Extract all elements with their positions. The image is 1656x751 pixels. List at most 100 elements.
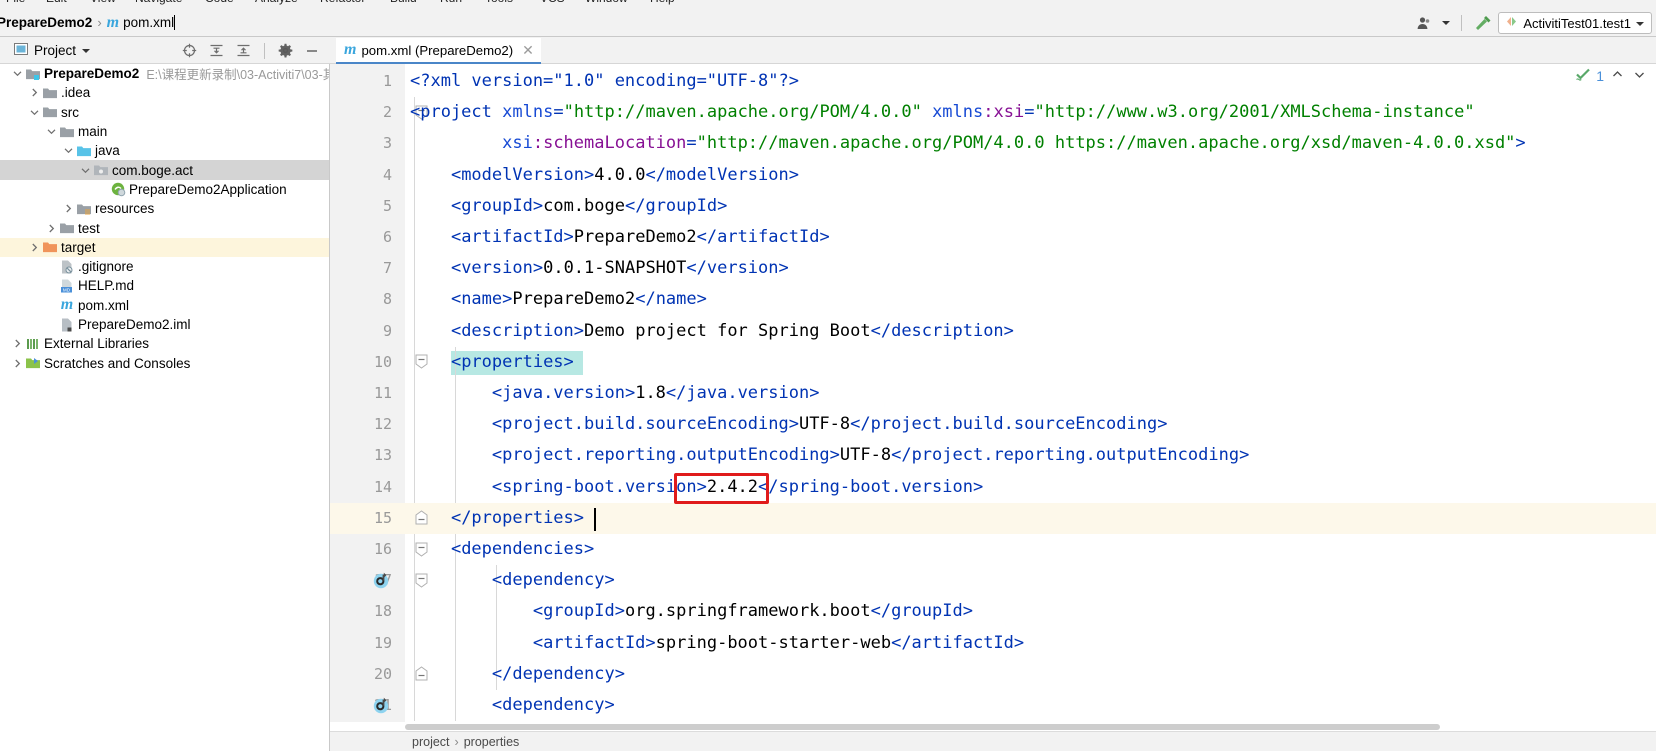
chevron-right-icon[interactable] <box>10 359 24 368</box>
menu-item-help[interactable]: Help <box>650 0 675 5</box>
code-editor[interactable]: 1 <?xml version="1.0" encoding="UTF-8"?> 2… <box>330 64 1656 751</box>
breadcrumb-file[interactable]: m pom.xml <box>104 12 178 34</box>
chevron-right-icon[interactable] <box>61 204 75 213</box>
code-line[interactable]: 4 <modelVersion>4.0.0</modelVersion> <box>330 160 1656 191</box>
tree-item-main[interactable]: main <box>0 122 329 141</box>
run-configuration-selector[interactable]: ActivitiTest01.test1 <box>1498 12 1652 34</box>
breadcrumb-item-project[interactable]: project <box>412 735 450 749</box>
chevron-down-icon[interactable] <box>82 43 91 58</box>
code-content[interactable]: 1 <?xml version="1.0" encoding="UTF-8"?> 2… <box>330 64 1656 751</box>
settings-gear-icon[interactable] <box>273 39 298 63</box>
breadcrumb-item-properties[interactable]: properties <box>464 735 520 749</box>
chevron-down-icon[interactable] <box>1631 68 1648 83</box>
chevron-down-icon[interactable] <box>44 127 58 136</box>
tree-item-help-md[interactable]: MD HELP.md <box>0 276 329 295</box>
breadcrumb-project[interactable]: PrepareDemo2 <box>0 12 95 34</box>
code-line[interactable]: 13 <project.reporting.outputEncoding>UTF… <box>330 440 1656 471</box>
tree-item-label: java <box>95 143 120 159</box>
spring-class-icon <box>109 181 127 197</box>
tree-item-gitignore[interactable]: .gitignore <box>0 257 329 276</box>
tree-item-preparedemo2[interactable]: PrepareDemo2 E:\课程更新录制\03-Activiti7\03-其他 <box>0 64 329 83</box>
chevron-down-icon[interactable] <box>78 166 92 175</box>
project-toolwindow-title[interactable]: Project <box>0 42 91 59</box>
chevron-right-icon[interactable] <box>27 88 41 97</box>
tree-item-test[interactable]: test <box>0 218 329 237</box>
tree-item-preparedemo2application[interactable]: PrepareDemo2Application <box>0 180 329 199</box>
menu-item-file[interactable]: File <box>6 0 25 5</box>
hide-panel-icon[interactable] <box>300 39 324 63</box>
tree-item-idea[interactable]: .idea <box>0 83 329 102</box>
inspection-widget[interactable]: 1 <box>1575 66 1648 85</box>
menu-bar[interactable]: File Edit View Navigate Code Analyze Ref… <box>0 0 1656 9</box>
code-line[interactable]: 5 <groupId>com.boge</groupId> <box>330 191 1656 222</box>
user-avatar-icon[interactable] <box>1411 11 1437 35</box>
menu-item-code[interactable]: Code <box>205 0 234 5</box>
scrollbar-thumb[interactable] <box>405 724 1440 730</box>
code-line[interactable]: 17 <dependency> <box>330 565 1656 596</box>
code-line[interactable]: 3 xsi:schemaLocation="http://maven.apach… <box>330 128 1656 159</box>
collapse-all-icon[interactable] <box>231 39 256 63</box>
code-line[interactable]: 8 <name>PrepareDemo2</name> <box>330 284 1656 315</box>
menu-item-window[interactable]: Window <box>585 0 628 5</box>
menu-item-vcs[interactable]: VCS <box>540 0 565 5</box>
chevron-right-icon[interactable] <box>27 243 41 252</box>
maven-reimport-icon[interactable] <box>372 696 390 714</box>
locate-target-icon[interactable] <box>177 39 202 63</box>
tree-item-scratches-and-consoles[interactable]: Scratches and Consoles <box>0 353 329 372</box>
menu-item-analyze[interactable]: Analyze <box>255 0 298 5</box>
toolbar-divider <box>1461 15 1463 31</box>
editor-horizontal-scrollbar[interactable] <box>330 722 1656 731</box>
chevron-down-icon[interactable] <box>10 69 24 78</box>
tree-item-preparedemo2-iml[interactable]: PrepareDemo2.iml <box>0 315 329 334</box>
code-line[interactable]: 16 <dependencies> <box>330 534 1656 565</box>
code-line[interactable]: 18 <groupId>org.springframework.boot</gr… <box>330 596 1656 627</box>
code-line[interactable]: 10 <properties> <box>330 347 1656 378</box>
navbar-right-toolbar: ActivitiTest01.test1 <box>1411 9 1652 37</box>
code-line[interactable]: 2 <project xmlns="http://maven.apache.org… <box>330 97 1656 128</box>
chevron-right-icon[interactable] <box>44 224 58 233</box>
menu-item-navigate[interactable]: Navigate <box>135 0 182 5</box>
code-line[interactable]: 1 <?xml version="1.0" encoding="UTF-8"?> <box>330 66 1656 97</box>
tree-item-resources[interactable]: resources <box>0 199 329 218</box>
markdown-file-icon: MD <box>58 278 76 294</box>
chevron-down-icon[interactable] <box>1437 11 1455 35</box>
maven-reimport-icon[interactable] <box>372 571 390 589</box>
close-x-icon[interactable]: ✕ <box>518 42 534 59</box>
tree-item-com-boge-act[interactable]: com.boge.act <box>0 160 329 180</box>
code-line[interactable]: 21 <dependency> <box>330 690 1656 721</box>
code-line-text: <project.build.sourceEncoding>UTF-8</pro… <box>491 414 1168 435</box>
menu-item-view[interactable]: View <box>90 0 116 5</box>
tree-item-target[interactable]: target <box>0 237 329 257</box>
code-line[interactable]: 12 <project.build.sourceEncoding>UTF-8</… <box>330 409 1656 440</box>
tree-item-pom-xml[interactable]: m pom.xml <box>0 296 329 315</box>
chevron-down-icon[interactable] <box>1636 16 1644 31</box>
expand-all-icon[interactable] <box>204 39 229 63</box>
menu-item-build[interactable]: Build <box>390 0 417 5</box>
tree-item-external-libraries[interactable]: External Libraries <box>0 334 329 353</box>
code-line[interactable]: 6 <artifactId>PrepareDemo2</artifactId> <box>330 222 1656 253</box>
chevron-right-icon[interactable] <box>10 339 24 348</box>
code-line-text: <artifactId>PrepareDemo2</artifactId> <box>450 227 830 247</box>
tree-item-path: E:\课程更新录制\03-Activiti7\03-其他 <box>146 68 330 83</box>
code-line[interactable]: 9 <description>Demo project for Spring B… <box>330 316 1656 347</box>
chevron-down-icon[interactable] <box>27 108 41 117</box>
code-line[interactable]: 20 </dependency> <box>330 659 1656 690</box>
tree-item-java[interactable]: java <box>0 141 329 160</box>
code-line[interactable]: 15 </properties> <box>330 502 1656 534</box>
code-line[interactable]: 19 <artifactId>spring-boot-starter-web</… <box>330 628 1656 659</box>
menu-item-refactor[interactable]: Refactor <box>320 0 365 5</box>
menu-item-run[interactable]: Run <box>440 0 462 5</box>
gitignore-file-icon <box>58 259 76 275</box>
tree-item-src[interactable]: src <box>0 103 329 122</box>
code-line[interactable]: 7 <version>0.0.1-SNAPSHOT</version> <box>330 253 1656 284</box>
code-line[interactable]: 11 <java.version>1.8</java.version> <box>330 378 1656 409</box>
code-line[interactable]: 14 <spring-boot.version>2.4.2</spring-bo… <box>330 472 1656 503</box>
chevron-up-icon[interactable] <box>1609 68 1626 83</box>
project-tree-panel[interactable]: PrepareDemo2 E:\课程更新录制\03-Activiti7\03-其他… <box>0 64 330 751</box>
build-hammer-icon[interactable] <box>1468 11 1498 35</box>
chevron-down-icon[interactable] <box>61 146 75 155</box>
menu-item-edit[interactable]: Edit <box>46 0 67 5</box>
editor-tab-pom-xml[interactable]: m pom.xml (PrepareDemo2) ✕ <box>336 38 541 64</box>
tree-item-label: .idea <box>61 85 91 101</box>
menu-item-tools[interactable]: Tools <box>485 0 513 5</box>
